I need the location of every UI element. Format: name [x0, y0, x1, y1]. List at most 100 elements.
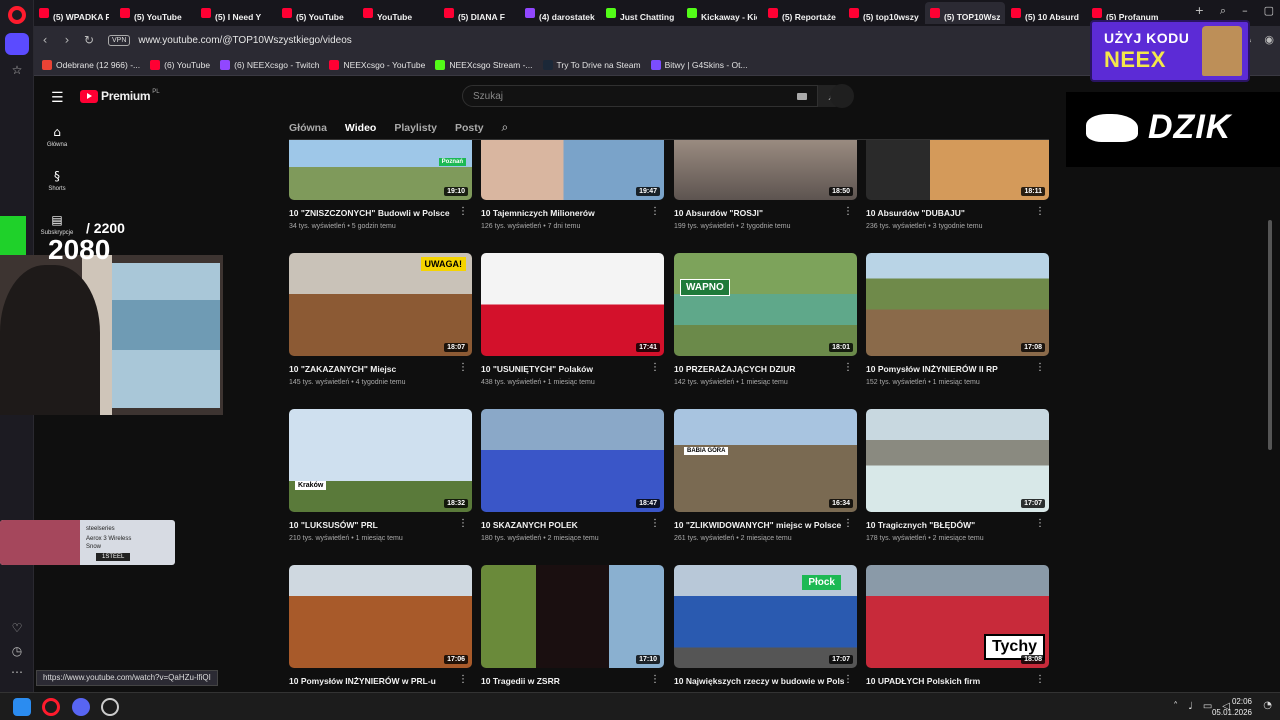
video-title[interactable]: 10 Absurdów "DUBAJU" [866, 208, 1036, 218]
opera-taskbar-icon[interactable] [42, 698, 60, 716]
more-icon[interactable]: ⋯ [9, 664, 25, 680]
more-options-icon[interactable]: ⋮ [458, 518, 468, 529]
video-title[interactable]: 10 "ZAKAZANYCH" Miejsc [289, 364, 459, 374]
video-title[interactable]: 10 Największych rzeczy w budowie w Polsc… [674, 676, 844, 686]
video-card[interactable]: 17:07 10 Tragicznych "BŁĘDÓW" ⋮ 178 tys. wy… [866, 409, 1049, 542]
microphone-icon[interactable] [830, 84, 854, 108]
video-title[interactable]: 10 PRZERAŻAJĄCYCH DZIUR [674, 364, 844, 374]
video-thumbnail[interactable]: 18:11 [866, 140, 1049, 200]
history-icon[interactable]: ◷ [9, 643, 25, 659]
search-tabs-icon[interactable]: ⌕ [1220, 4, 1226, 18]
keyboard-icon[interactable] [797, 93, 807, 100]
bookmark-item[interactable]: (6) NEEXcsgo - Twitch [220, 59, 319, 70]
forward-icon[interactable]: › [56, 33, 78, 47]
mic-tray-icon[interactable]: ♩ [1188, 701, 1193, 712]
heart-icon[interactable]: ♡ [9, 620, 25, 636]
video-title[interactable]: 10 "ZLIKWIDOWANYCH" miejsc w Polsce [674, 520, 844, 530]
browser-tab[interactable]: (5) YouTube [277, 2, 357, 24]
channel-search-icon[interactable]: ⌕ [502, 120, 509, 135]
video-card[interactable]: WAPNO 18:01 10 PRZERAŻAJĄCYCH DZIUR ⋮ 142 ty… [674, 253, 857, 386]
channel-tab[interactable]: Wideo [345, 122, 376, 134]
browser-tab[interactable]: (4) darostatek [520, 2, 600, 24]
browser-tab[interactable]: YouTube [358, 2, 438, 24]
video-thumbnail[interactable]: BABIA GÓRA 16:34 [674, 409, 857, 512]
browser-tab[interactable]: Kickaway - Kick [682, 2, 762, 24]
video-thumbnail[interactable]: WAPNO 18:01 [674, 253, 857, 356]
search-input[interactable]: Szukaj [462, 85, 818, 107]
youtube-logo[interactable]: Premium PL [80, 89, 160, 103]
video-title[interactable]: 10 UPADŁYCH Polskich firm [866, 676, 1036, 686]
video-title[interactable]: 10 Pomysłów INŻYNIERÓW w PRL-u [289, 676, 459, 686]
browser-tab[interactable]: (5) DIANA F [439, 2, 519, 24]
video-card[interactable]: Poznań 19:10 10 "ZNISZCZONYCH" Budowli w P… [289, 140, 472, 230]
video-thumbnail[interactable]: Poznań 19:10 [289, 140, 472, 200]
browser-tab[interactable]: (5) TOP10Wszystkiego - Y [925, 2, 1005, 24]
video-card[interactable]: 17:06 10 Pomysłów INŻYNIERÓW w PRL-u ⋮ [289, 565, 472, 686]
video-card[interactable]: Tychy 18:08 10 UPADŁYCH Polskich firm ⋮ [866, 565, 1049, 686]
video-thumbnail[interactable]: 18:47 [481, 409, 664, 512]
video-thumbnail[interactable]: 18:50 [674, 140, 857, 200]
video-card[interactable]: Płock 17:07 10 Największych rzeczy w budow… [674, 565, 857, 686]
video-card[interactable]: 18:11 10 Absurdów "DUBAJU" ⋮ 236 tys. wyświ… [866, 140, 1049, 230]
video-title[interactable]: 10 SKAZANYCH POLEK [481, 520, 651, 530]
video-card[interactable]: 17:41 10 "USUNIĘTYCH" Polaków ⋮ 438 tys. wy… [481, 253, 664, 386]
camera-icon[interactable]: ◉ [1264, 33, 1274, 47]
browser-tab[interactable]: (5) YouTube [115, 2, 195, 24]
channel-tab[interactable]: Posty [455, 122, 484, 134]
video-thumbnail[interactable]: 17:06 [289, 565, 472, 668]
reload-icon[interactable]: ↻ [78, 33, 100, 47]
video-card[interactable]: 19:47 10 Tajemniczych Milionerów ⋮ 126 tys.… [481, 140, 664, 230]
video-thumbnail[interactable]: 17:08 [866, 253, 1049, 356]
more-options-icon[interactable]: ⋮ [1035, 674, 1045, 685]
bookmark-item[interactable]: Bitwy | G4Skins - Ot... [650, 59, 748, 70]
home-icon[interactable] [5, 33, 29, 55]
windows-start-icon[interactable] [13, 698, 31, 716]
video-card[interactable]: UWAGA! 18:07 10 "ZAKAZANYCH" Miejsc ⋮ 145 ty… [289, 253, 472, 386]
video-card[interactable]: 18:47 10 SKAZANYCH POLEK ⋮ 180 tys. wyświet… [481, 409, 664, 542]
guide-item-subscriptions[interactable]: ▤ Subskrypcje [34, 213, 80, 236]
more-options-icon[interactable]: ⋮ [843, 206, 853, 217]
video-thumbnail[interactable]: UWAGA! 18:07 [289, 253, 472, 356]
bookmark-item[interactable]: (6) YouTube [150, 59, 210, 70]
more-options-icon[interactable]: ⋮ [1035, 362, 1045, 373]
more-options-icon[interactable]: ⋮ [458, 674, 468, 685]
more-options-icon[interactable]: ⋮ [1035, 518, 1045, 529]
video-thumbnail[interactable]: 17:07 [866, 409, 1049, 512]
url-field[interactable]: www.youtube.com/@TOP10Wszystkiego/videos [138, 35, 351, 46]
browser-tab[interactable]: (5) I Need Y [196, 2, 276, 24]
clock[interactable]: 02:06 05.01.2026 [1212, 696, 1252, 718]
network-icon[interactable]: ▭ [1203, 701, 1212, 712]
video-title[interactable]: 10 Tragedii w ZSRR [481, 676, 651, 686]
video-title[interactable]: 10 "LUKSUSÓW" PRL [289, 520, 459, 530]
browser-tab[interactable]: (5) 10 Absurd [1006, 2, 1086, 24]
channel-tab[interactable]: Główna [289, 122, 327, 134]
minimize-icon[interactable]: – [1242, 4, 1248, 18]
video-title[interactable]: 10 Tajemniczych Milionerów [481, 208, 651, 218]
video-card[interactable]: Kraków 18:32 10 "LUKSUSÓW" PRL ⋮ 210 tys. wy… [289, 409, 472, 542]
video-title[interactable]: 10 "ZNISZCZONYCH" Budowli w Polsce [289, 208, 459, 218]
browser-tab[interactable]: (5) Reportaże R [763, 2, 843, 24]
back-icon[interactable]: ‹ [34, 33, 56, 47]
maximize-icon[interactable]: ▢ [1264, 4, 1274, 18]
guide-item-shorts[interactable]: § Shorts [34, 169, 80, 192]
bookmark-item[interactable]: Try To Drive na Steam [542, 59, 641, 70]
browser-tab[interactable]: (5) WPADKA RY [34, 2, 114, 24]
more-options-icon[interactable]: ⋮ [650, 518, 660, 529]
steam-taskbar-icon[interactable] [101, 698, 119, 716]
more-options-icon[interactable]: ⋮ [843, 518, 853, 529]
video-title[interactable]: 10 Tragicznych "BŁĘDÓW" [866, 520, 1036, 530]
page-scrollbar[interactable] [1268, 220, 1272, 450]
video-thumbnail[interactable]: Tychy 18:08 [866, 565, 1049, 668]
video-title[interactable]: 10 Pomysłów INŻYNIERÓW II RP [866, 364, 1036, 374]
menu-icon[interactable]: ☰ [51, 90, 64, 106]
star-icon[interactable]: ☆ [9, 62, 25, 78]
more-options-icon[interactable]: ⋮ [650, 674, 660, 685]
guide-item-home[interactable]: ⌂ Główna [34, 125, 80, 148]
video-thumbnail[interactable]: 17:41 [481, 253, 664, 356]
vpn-badge[interactable]: VPN [108, 34, 131, 46]
more-options-icon[interactable]: ⋮ [458, 362, 468, 373]
video-card[interactable]: 18:50 10 Absurdów "ROSJI" ⋮ 199 tys. wyświe… [674, 140, 857, 230]
more-options-icon[interactable]: ⋮ [650, 362, 660, 373]
video-title[interactable]: 10 Absurdów "ROSJI" [674, 208, 844, 218]
notification-icon[interactable]: ◔ [1263, 700, 1272, 711]
